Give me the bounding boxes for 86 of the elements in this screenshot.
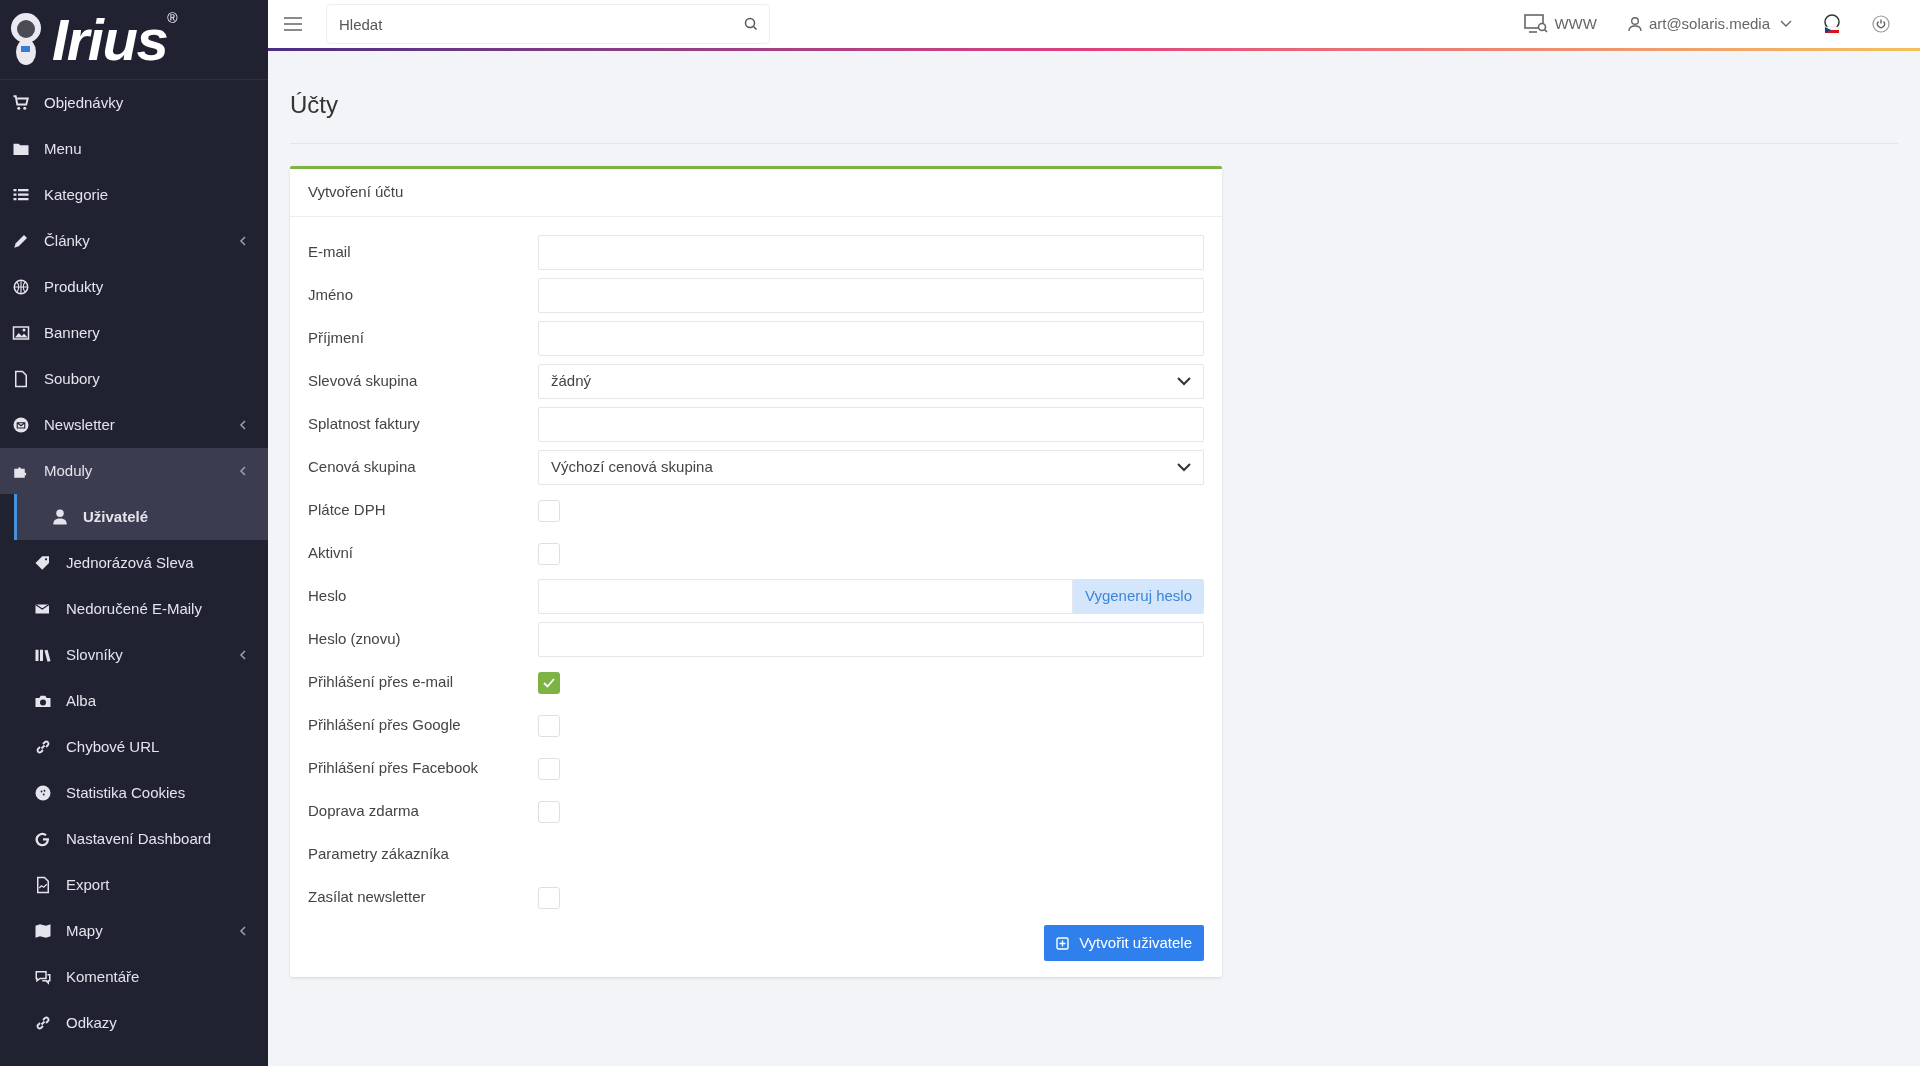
dropdown-field[interactable]: Výchozí cenová skupina (538, 450, 1204, 485)
sidebar-subitem[interactable]: Statistika Cookies (0, 770, 268, 816)
checkbox[interactable] (538, 671, 560, 694)
map-icon (34, 922, 52, 940)
field-label: Parametry zákazníka (308, 844, 450, 865)
sidebar-item[interactable]: Soubory (0, 356, 268, 402)
g-letter-icon (34, 830, 52, 848)
field-label: Heslo (308, 586, 348, 607)
chevron-down-icon (1177, 377, 1191, 386)
sidebar-item[interactable]: Kategorie (0, 172, 268, 218)
user-icon (1626, 16, 1643, 32)
field-label: Přihlášení přes Google (308, 715, 462, 736)
field-label: Jméno (308, 285, 355, 306)
sidebar-item[interactable]: Články (0, 218, 268, 264)
power-icon[interactable] (1872, 15, 1890, 33)
search-icon[interactable] (744, 17, 758, 31)
sidebar-item[interactable]: Moduly (0, 448, 268, 494)
cart-icon (12, 94, 30, 112)
chevron-down-icon (1780, 20, 1792, 28)
field-label: Přihlášení přes e-mail (308, 672, 455, 693)
user-menu[interactable]: art@solaris.media (1626, 12, 1792, 36)
checkbox[interactable] (538, 800, 560, 823)
sidebar-item[interactable]: Produkty (0, 264, 268, 310)
checkbox[interactable] (538, 757, 560, 780)
field-label: Splatnost faktury (308, 414, 421, 435)
field-label: Aktivní (308, 543, 354, 564)
create-user-button[interactable]: Vytvořit uživatele (1044, 925, 1204, 961)
field-label: Přihlášení přes Facebook (308, 758, 480, 779)
search-field[interactable]: Hledat (326, 4, 770, 44)
sidebar-subitem[interactable]: Nastavení Dashboard (0, 816, 268, 862)
file-icon (12, 370, 30, 388)
sidebar-subitem[interactable]: Alba (0, 678, 268, 724)
dropdown-field[interactable]: žádný (538, 364, 1204, 399)
menu-icon[interactable] (284, 17, 302, 31)
page-title: Účty (290, 87, 1898, 144)
sidebar-subitem[interactable]: Mapy (0, 908, 268, 954)
image-icon (12, 324, 30, 342)
checkbox[interactable] (538, 886, 560, 909)
envelope-circle-icon (12, 416, 30, 434)
checkbox[interactable] (538, 714, 560, 737)
check-icon (543, 677, 555, 688)
sidebar-subitem[interactable]: Komentáře (0, 954, 268, 1000)
language-flag-icon[interactable] (1822, 14, 1842, 34)
chevron-down-icon (1177, 463, 1191, 472)
field-label: Příjmení (308, 328, 365, 349)
registered-mark: ® (167, 10, 178, 25)
cookie-icon (34, 784, 52, 802)
sidebar-subitem[interactable]: Export (0, 862, 268, 908)
text-field[interactable] (538, 235, 1204, 270)
sidebar-subitem[interactable]: Jednorázová Sleva (0, 540, 268, 586)
card-title: Vytvoření účtu (290, 169, 1222, 217)
sidebar-item[interactable]: Menu (0, 126, 268, 172)
text-field[interactable] (538, 278, 1204, 313)
sidebar-subitem[interactable]: Slovníky (0, 632, 268, 678)
sidebar-subitem[interactable]: Odkazy (0, 1000, 268, 1046)
www-link[interactable]: WWW (1524, 12, 1597, 36)
password-field[interactable] (538, 579, 1073, 614)
checkbox[interactable] (538, 542, 560, 565)
text-field[interactable] (538, 407, 1204, 442)
text-field[interactable] (538, 622, 1204, 657)
field-label: E-mail (308, 242, 352, 263)
field-label: Heslo (znovu) (308, 629, 402, 650)
field-label: Slevová skupina (308, 371, 419, 392)
speech-bubbles-icon (34, 968, 52, 986)
text-field[interactable] (538, 321, 1204, 356)
field-label: Plátce DPH (308, 500, 387, 521)
sidebar-item[interactable]: Objednávky (0, 80, 268, 126)
field-label: Cenová skupina (308, 457, 417, 478)
sidebar-item[interactable]: Newsletter (0, 402, 268, 448)
sidebar-item[interactable]: Bannery (0, 310, 268, 356)
sidebar-subitem[interactable]: Nedoručené E-Maily (0, 586, 268, 632)
logo-text: Irius (52, 10, 168, 69)
user-icon (51, 508, 69, 526)
sidebar-subitem[interactable]: Chybové URL (0, 724, 268, 770)
sidebar-subitem[interactable]: Uživatelé (14, 494, 268, 540)
field-label: Zasílat newsletter (308, 887, 427, 908)
monitor-search-icon (1524, 14, 1549, 34)
plus-square-icon (1056, 936, 1070, 950)
basketball-icon (12, 278, 30, 296)
link-icon (34, 1014, 52, 1032)
checkbox[interactable] (538, 499, 560, 522)
chart-file-icon (34, 876, 52, 894)
tags-icon (34, 554, 52, 572)
pencil-icon (12, 232, 30, 250)
link-icon (34, 738, 52, 756)
field-label: Doprava zdarma (308, 801, 420, 822)
